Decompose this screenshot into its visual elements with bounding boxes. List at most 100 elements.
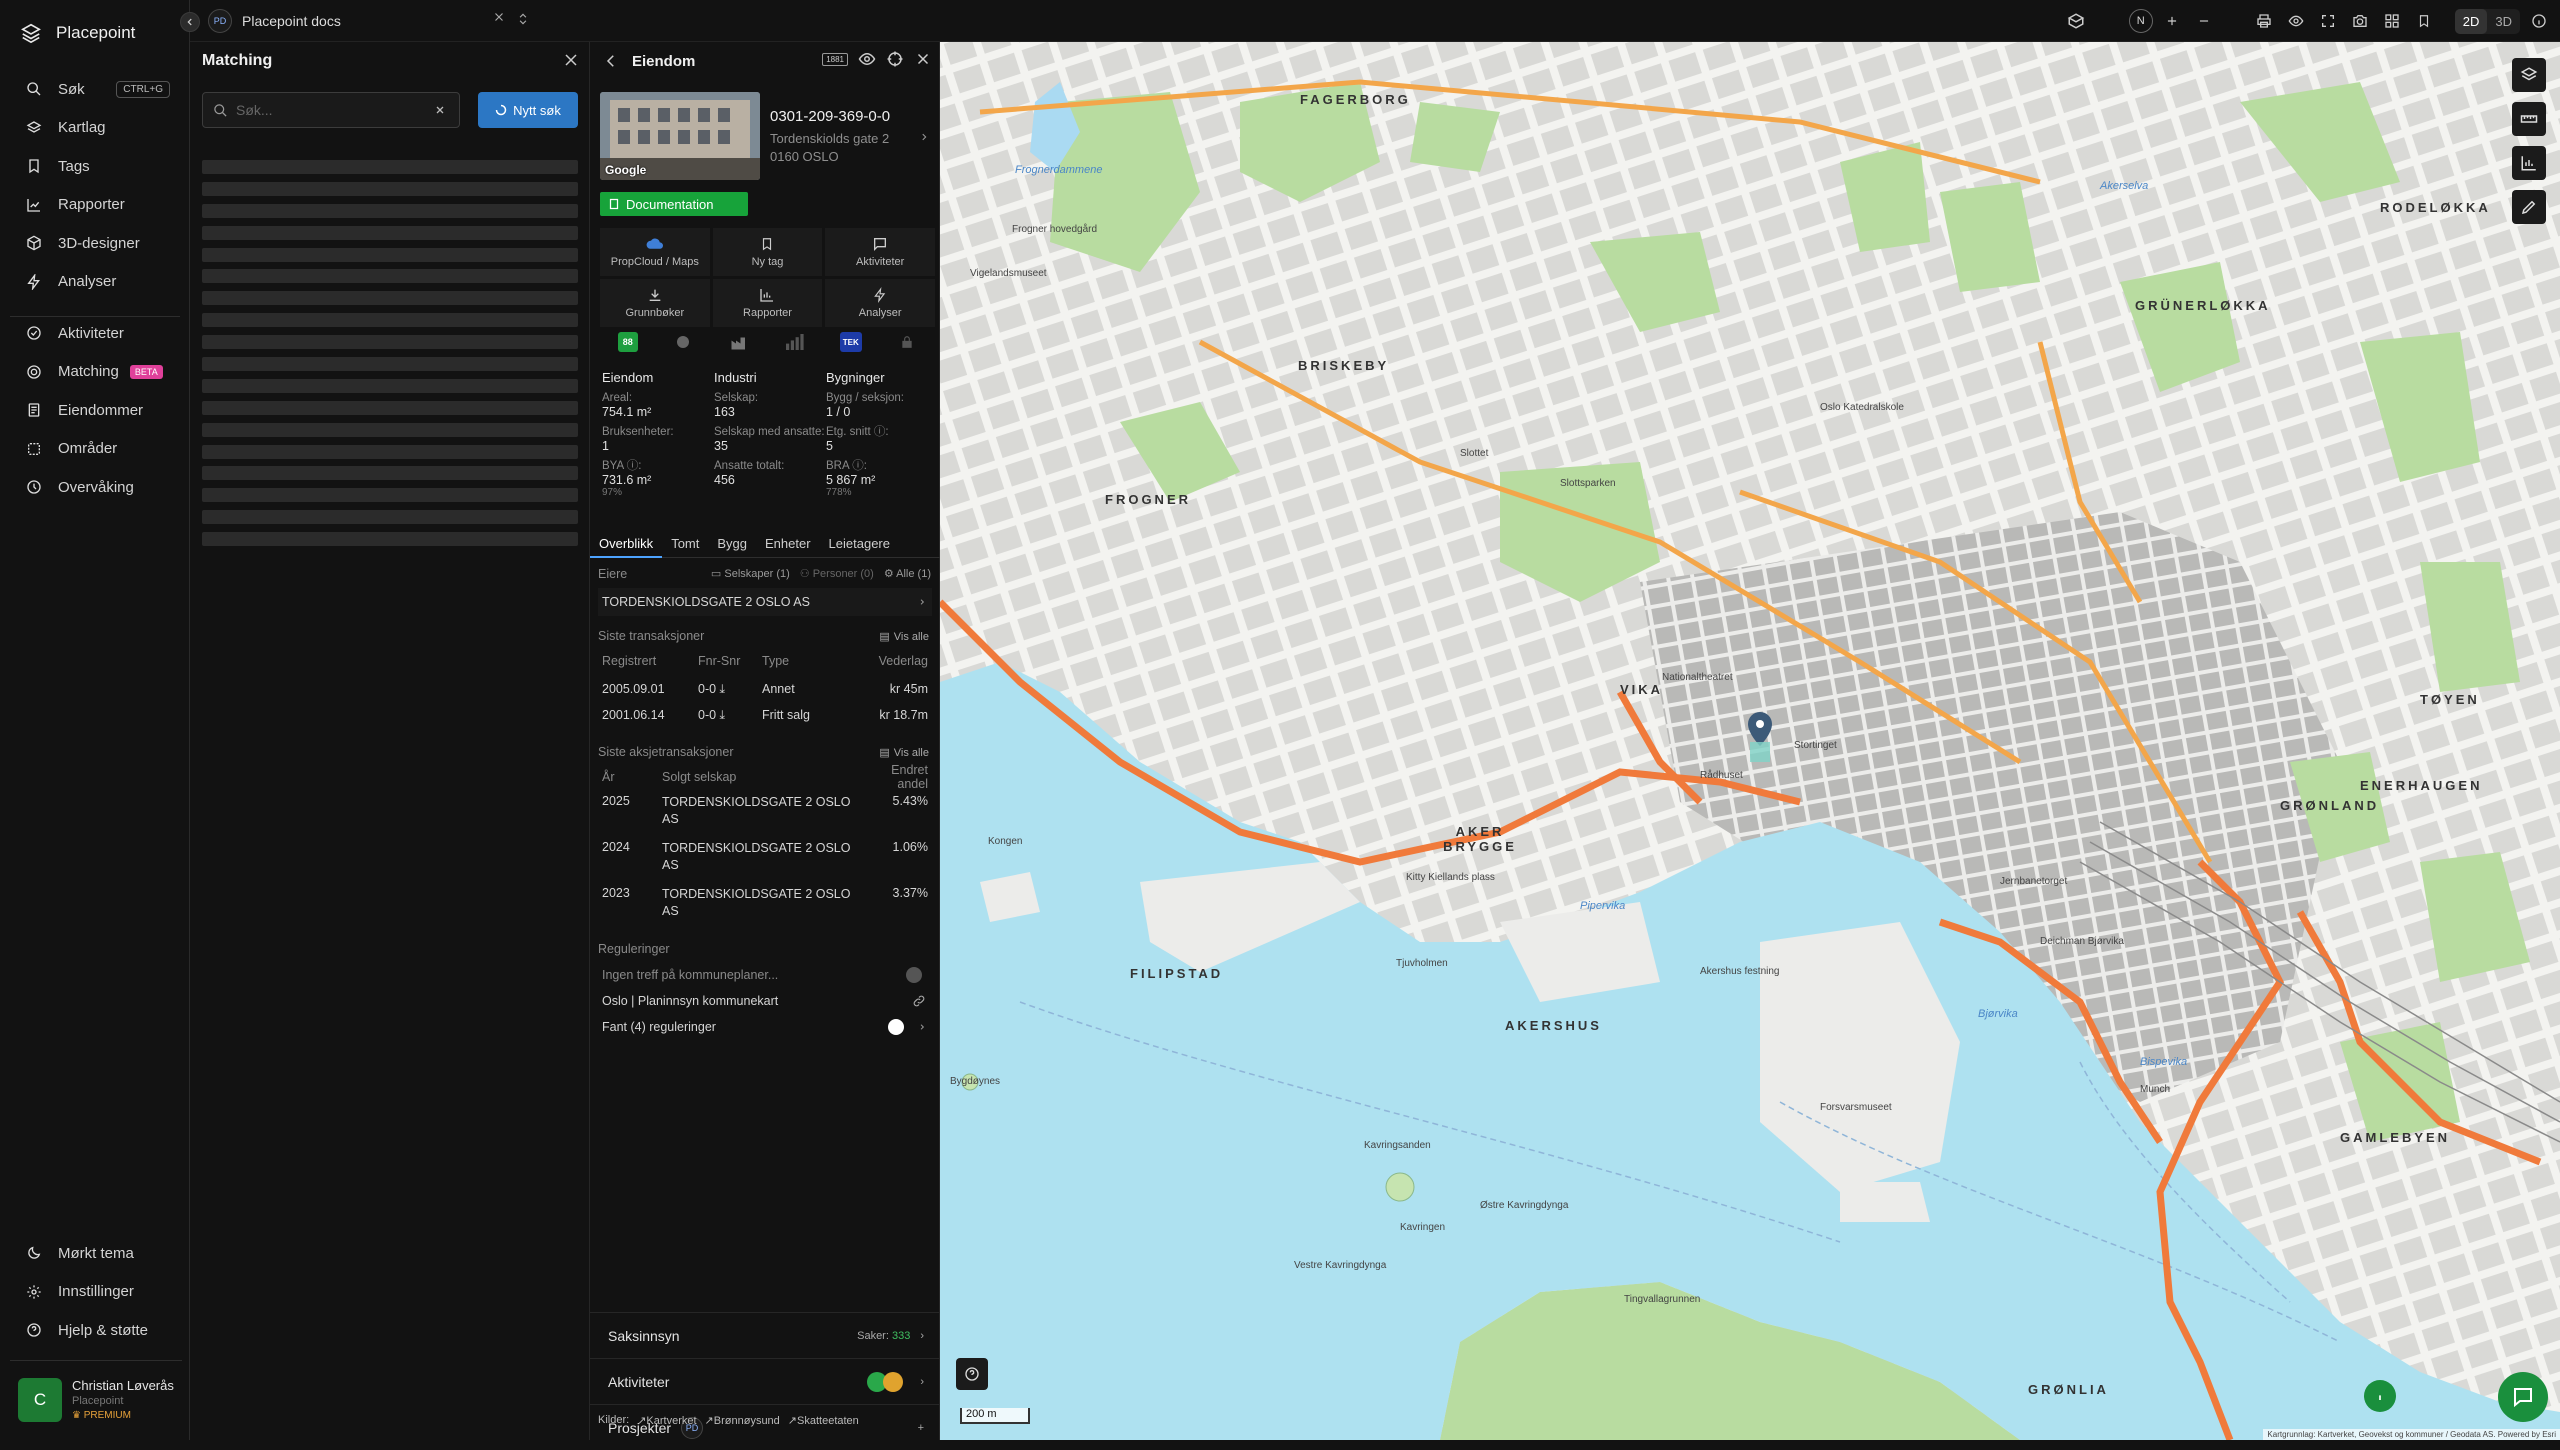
- tab-tomt[interactable]: Tomt: [662, 532, 708, 558]
- sidebar-item-kartlag[interactable]: Kartlag: [0, 109, 190, 148]
- transactions-show-all[interactable]: ▤ Vis alle: [879, 630, 929, 644]
- north-compass[interactable]: N: [2128, 9, 2153, 33]
- sidebar-item-eiendommer[interactable]: Eiendommer: [0, 391, 190, 430]
- source-link[interactable]: ↗Kartverket: [637, 1414, 696, 1427]
- tab-leietagere[interactable]: Leietagere: [820, 532, 899, 558]
- street-view-photo[interactable]: Google: [600, 92, 760, 180]
- toggle-switch[interactable]: [888, 1019, 904, 1035]
- sidebar-item-3d-designer[interactable]: 3D-designer: [0, 224, 190, 263]
- documentation-button[interactable]: Documentation: [600, 192, 748, 216]
- map-ruler-button[interactable]: [2512, 102, 2546, 136]
- section-prosjekter[interactable]: Prosjekter PD +: [590, 1404, 940, 1450]
- stat-label: Selskap:: [714, 392, 759, 404]
- sidebar-item-tags[interactable]: Tags: [0, 147, 190, 186]
- factory-icon[interactable]: [729, 332, 749, 352]
- grid-icon[interactable]: [2379, 8, 2405, 34]
- chat-button[interactable]: [2498, 1372, 2548, 1422]
- chevron-right-icon[interactable]: [919, 130, 929, 144]
- chip-personer[interactable]: ⚇ Personer (0): [800, 567, 874, 580]
- map-label: Tingvallagrunnen: [1624, 1294, 1701, 1305]
- camera-icon[interactable]: [2347, 8, 2373, 34]
- moon-icon[interactable]: [673, 332, 693, 352]
- table-row[interactable]: 2024 TORDENSKIOLDSGATE 2 OSLO AS 1.06%: [598, 840, 932, 880]
- map-chart-button[interactable]: [2512, 146, 2546, 180]
- info-icon[interactable]: [2526, 8, 2552, 34]
- sidebar-item-sok[interactable]: Søk CTRL+G: [0, 70, 190, 109]
- action-propcloud[interactable]: PropCloud / Maps: [600, 228, 710, 276]
- sidebar-item-settings[interactable]: Innstillinger: [0, 1273, 190, 1312]
- back-chevron-icon[interactable]: [602, 52, 620, 70]
- owner-row[interactable]: TORDENSKIOLDSGATE 2 OSLO AS: [598, 588, 932, 616]
- app-logo[interactable]: Placepoint: [20, 18, 135, 48]
- sidebar-item-rapporter[interactable]: Rapporter: [0, 186, 190, 225]
- table-row[interactable]: 2023 TORDENSKIOLDSGATE 2 OSLO AS 3.37%: [598, 886, 932, 926]
- action-analyser[interactable]: Analyser: [825, 279, 935, 327]
- close-icon[interactable]: [561, 50, 581, 70]
- close-workspace-icon[interactable]: [492, 10, 506, 24]
- tab-bygg[interactable]: Bygg: [708, 532, 756, 558]
- map-draw-button[interactable]: [2512, 190, 2546, 224]
- lock-icon[interactable]: [897, 332, 917, 352]
- regulation-row[interactable]: Oslo | Planinnsyn kommunekart: [598, 988, 932, 1014]
- stats-eiendom: Eiendom Areal: 754.1 m² Bruksenheter: 1 …: [602, 370, 714, 498]
- collapse-sidebar-button[interactable]: [180, 12, 200, 32]
- clear-icon[interactable]: [434, 104, 446, 116]
- source-88-icon[interactable]: 88: [617, 332, 638, 352]
- cell-fnr: 0-0 ⤓: [698, 707, 726, 722]
- action-grunnboker[interactable]: Grunnbøker: [600, 279, 710, 327]
- plus-icon[interactable]: +: [918, 1422, 924, 1434]
- regulation-row[interactable]: Ingen treff på kommuneplaner...: [598, 962, 932, 988]
- sidebar-item-matching[interactable]: Matching BETA: [0, 353, 190, 392]
- chevron-updown-icon[interactable]: [516, 10, 530, 28]
- print-icon[interactable]: [2251, 8, 2277, 34]
- action-ny-tag[interactable]: Ny tag: [712, 228, 823, 276]
- table-row[interactable]: 2025 TORDENSKIOLDSGATE 2 OSLO AS 5.43%: [598, 794, 932, 834]
- map-help-button[interactable]: [956, 1358, 988, 1390]
- view-2d-button[interactable]: 2D: [2454, 8, 2488, 34]
- zoom-out-icon[interactable]: [2191, 8, 2217, 34]
- chip-selskaper[interactable]: ▭ Selskaper (1): [711, 567, 790, 580]
- chevron-right-icon[interactable]: [918, 1021, 926, 1033]
- close-icon[interactable]: [914, 50, 932, 68]
- regulation-row[interactable]: Fant (4) reguleringer: [598, 1014, 932, 1040]
- source-link[interactable]: ↗Brønnøysund: [705, 1414, 780, 1427]
- tab-overblikk[interactable]: Overblikk: [590, 532, 663, 558]
- sidebar-item-help[interactable]: Hjelp & støtte: [0, 1311, 190, 1350]
- bookmark-icon[interactable]: [2411, 8, 2437, 34]
- section-aktiviteter[interactable]: Aktiviteter ›: [590, 1358, 940, 1404]
- sidebar-item-analyser[interactable]: Analyser: [0, 263, 190, 302]
- source-link[interactable]: ↗Skatteetaten: [788, 1414, 859, 1427]
- sidebar-item-dark-theme[interactable]: Mørkt tema: [0, 1234, 190, 1273]
- table-row[interactable]: 2001.06.14 0-0 ⤓ Fritt salg kr 18.7m: [598, 704, 932, 726]
- user-profile[interactable]: C Christian Løverås Placepoint ♛ PREMIUM: [10, 1360, 182, 1430]
- source-tek-icon[interactable]: TEK: [839, 332, 862, 352]
- badge-icon[interactable]: 1881: [822, 52, 848, 66]
- sidebar-item-aktiviteter[interactable]: Aktiviteter: [0, 314, 190, 353]
- section-saksinnsyn[interactable]: Saksinnsyn Saker: 333 ›: [590, 1312, 940, 1358]
- action-aktiviteter[interactable]: Aktiviteter: [825, 228, 935, 276]
- map-view[interactable]: FAGERBORG BRISKEBY FROGNER VIKA AKER BRY…: [940, 42, 2560, 1440]
- sidebar-item-overvaking[interactable]: Overvåking: [0, 468, 190, 507]
- buildings-icon[interactable]: [2063, 8, 2089, 34]
- share-transactions-show-all[interactable]: ▤ Vis alle: [879, 746, 929, 760]
- table-row[interactable]: 2005.09.01 0-0 ⤓ Annet kr 45m: [598, 678, 932, 700]
- eye-icon[interactable]: [2283, 8, 2309, 34]
- new-search-button[interactable]: Nytt søk: [478, 92, 578, 128]
- eye-icon[interactable]: [858, 50, 876, 68]
- map-info-button[interactable]: [2364, 1380, 2396, 1412]
- tab-enheter[interactable]: Enheter: [756, 532, 820, 558]
- map-layers-button[interactable]: [2512, 58, 2546, 92]
- sidebar-item-omrader[interactable]: Områder: [0, 430, 190, 469]
- toggle-switch[interactable]: [906, 967, 922, 983]
- zoom-in-icon[interactable]: [2159, 8, 2185, 34]
- action-rapporter[interactable]: Rapporter: [712, 279, 823, 327]
- crosshair-icon[interactable]: [886, 50, 904, 68]
- bar-chart-icon[interactable]: [784, 332, 804, 352]
- view-3d-button[interactable]: 3D: [2487, 9, 2520, 34]
- link-icon[interactable]: [912, 994, 926, 1008]
- property-address[interactable]: Tordenskiolds gate 2 0160 OSLO: [770, 130, 889, 166]
- chip-alle[interactable]: ⚙ Alle (1): [884, 567, 931, 580]
- search-input[interactable]: [236, 102, 426, 118]
- workspace-selector[interactable]: PD Placepoint docs: [208, 8, 341, 34]
- fullscreen-icon[interactable]: [2315, 8, 2341, 34]
